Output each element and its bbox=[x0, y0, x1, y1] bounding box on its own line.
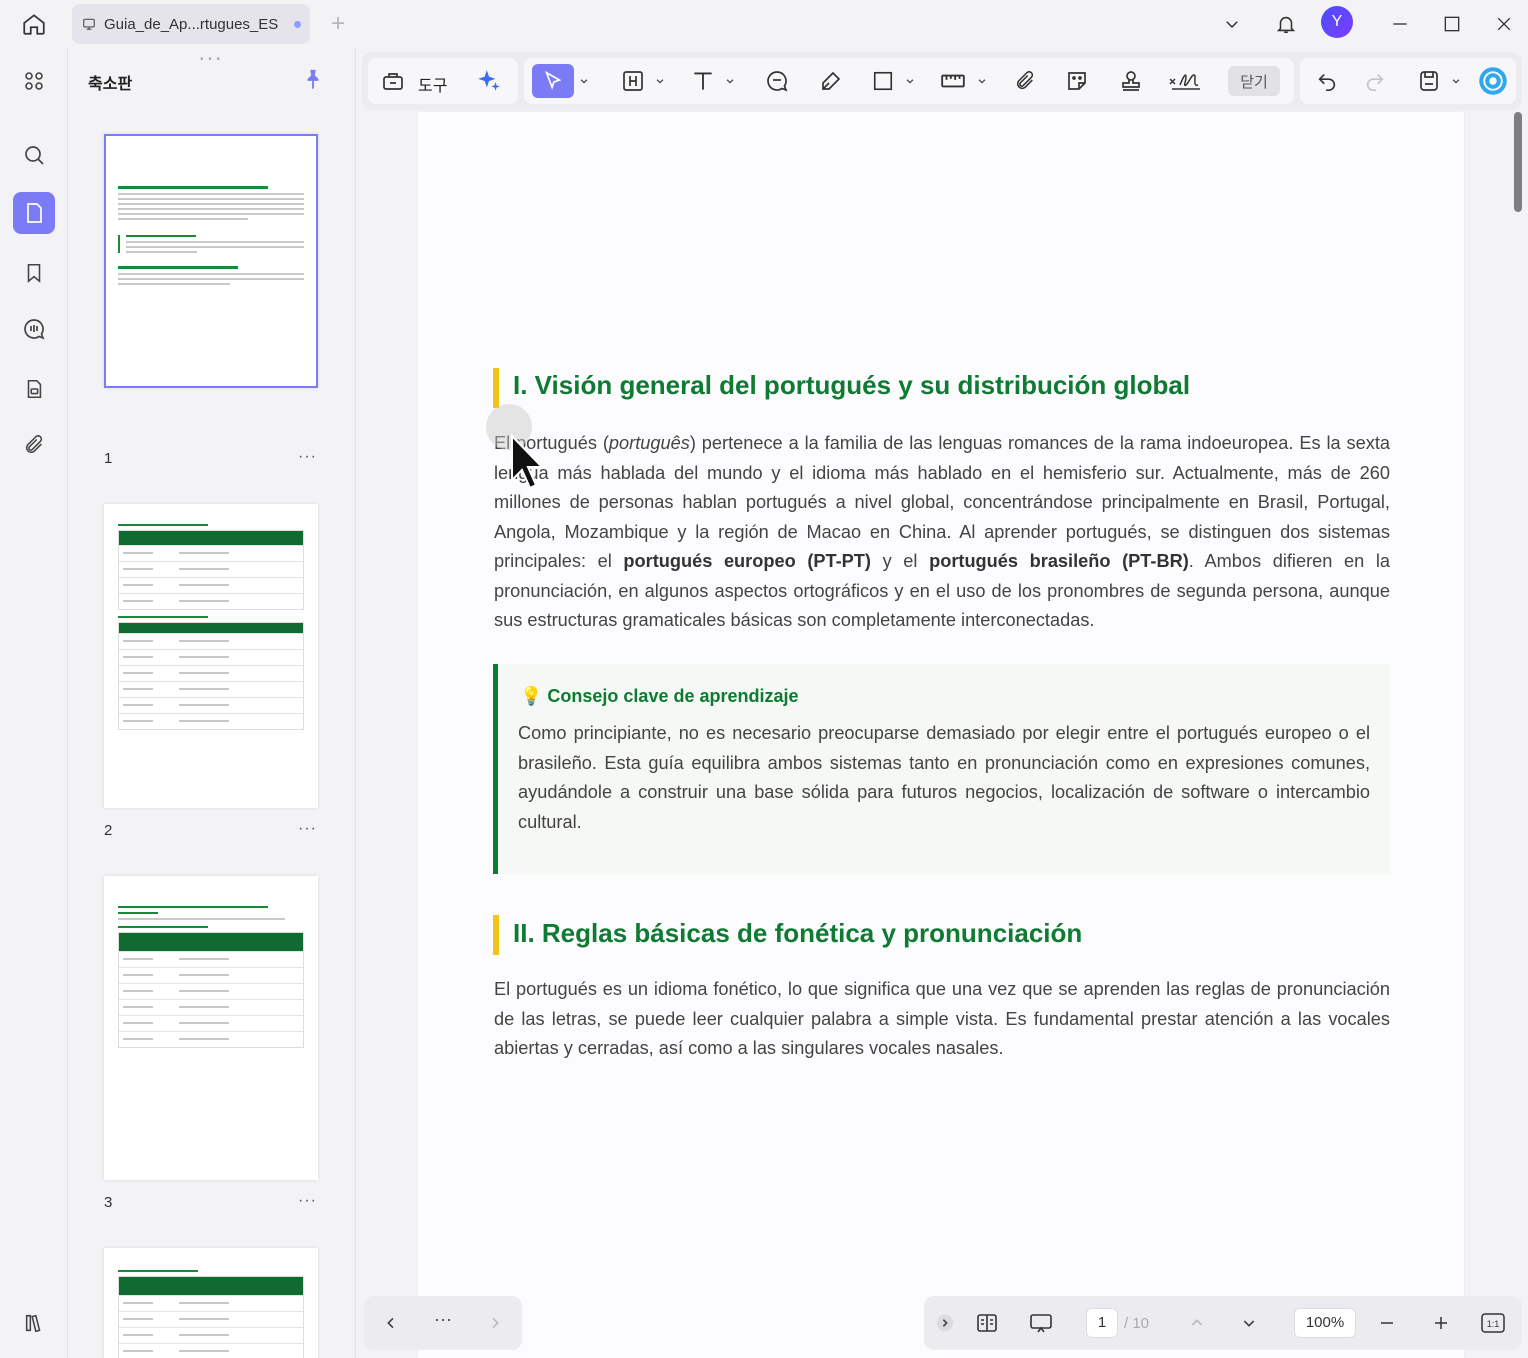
user-avatar[interactable]: Y bbox=[1321, 6, 1353, 38]
main-toolbar: 도구 닫기 bbox=[362, 52, 1522, 110]
thumbnail-page-number: 2 bbox=[104, 822, 113, 839]
zoom-in-icon[interactable] bbox=[1426, 1308, 1456, 1338]
thumbnail-more-button[interactable]: ··· bbox=[298, 448, 317, 466]
minimize-icon[interactable] bbox=[1382, 6, 1418, 42]
phonetics-paragraph: El portugués es un idioma fonético, lo q… bbox=[494, 979, 1390, 1058]
page-layout-icon[interactable] bbox=[972, 1308, 1002, 1338]
panel-title: 축소판 bbox=[88, 76, 133, 93]
chevron-down-icon[interactable] bbox=[578, 72, 590, 90]
title-bar: Guia_de_Ap...rtugues_ES + Y bbox=[0, 0, 1528, 48]
tools-label[interactable]: 도구 bbox=[418, 72, 447, 96]
search-icon[interactable] bbox=[13, 134, 55, 176]
annotation-tools-group: 닫기 bbox=[524, 58, 1294, 104]
maximize-icon[interactable] bbox=[1434, 6, 1470, 42]
apps-grid-icon[interactable] bbox=[13, 60, 55, 102]
page-thumbnail-2[interactable] bbox=[104, 504, 318, 808]
comment-icon[interactable] bbox=[760, 64, 794, 98]
attachment-page-icon[interactable] bbox=[13, 368, 55, 410]
tools-group: 도구 bbox=[368, 58, 518, 104]
heading-accent-bar bbox=[493, 915, 499, 955]
page-nav-bar: ··· bbox=[364, 1296, 522, 1350]
document-tab-icon bbox=[80, 15, 98, 33]
thumbnail-more-button[interactable]: ··· bbox=[298, 1192, 317, 1210]
ruler-measure-icon[interactable] bbox=[936, 64, 970, 98]
page-total: / 10 bbox=[1124, 1315, 1150, 1332]
ai-assistant-icon[interactable] bbox=[1476, 64, 1510, 98]
text-tool-icon[interactable] bbox=[686, 64, 720, 98]
thumbnail-page-number: 1 bbox=[104, 450, 113, 467]
panel-grip-icon[interactable]: • • • bbox=[200, 54, 221, 65]
document-page: I. Visión general del portugués y su dis… bbox=[418, 112, 1464, 1358]
tab-title: Guia_de_Ap...rtugues_ES bbox=[104, 15, 279, 33]
sticker-icon[interactable] bbox=[1060, 64, 1094, 98]
section-heading: II. Reglas básicas de fonética y pronunc… bbox=[513, 918, 1083, 948]
rectangle-shape-icon[interactable] bbox=[866, 64, 900, 98]
prev-arrow-icon[interactable] bbox=[376, 1308, 406, 1338]
signature-icon[interactable] bbox=[1164, 64, 1208, 98]
page-thumbnail-1[interactable] bbox=[104, 134, 318, 388]
bell-icon[interactable] bbox=[1268, 6, 1304, 42]
thumbnails-page-icon[interactable] bbox=[13, 192, 55, 234]
paperclip-icon[interactable] bbox=[13, 424, 55, 466]
bookmark-icon[interactable] bbox=[13, 252, 55, 294]
chevron-down-icon[interactable] bbox=[976, 72, 988, 90]
chevron-down-icon[interactable] bbox=[1214, 6, 1250, 42]
zoom-out-icon[interactable] bbox=[1372, 1308, 1402, 1338]
history-group bbox=[1300, 58, 1516, 104]
zoom-pager-bar: 1 / 10 100% 1:1 bbox=[924, 1296, 1522, 1350]
ai-sparkle-icon[interactable] bbox=[472, 64, 506, 98]
chevron-down-icon[interactable] bbox=[724, 72, 736, 90]
stamp-icon[interactable] bbox=[1114, 64, 1148, 98]
vertical-scrollbar[interactable] bbox=[1514, 112, 1522, 212]
thumbnail-more-button[interactable]: ··· bbox=[298, 820, 317, 838]
unsaved-dot-icon bbox=[294, 20, 302, 28]
pin-icon[interactable] bbox=[302, 68, 326, 92]
comments-icon[interactable] bbox=[13, 308, 55, 350]
library-icon[interactable] bbox=[13, 1302, 55, 1344]
document-viewport[interactable]: I. Visión general del portugués y su dis… bbox=[362, 112, 1508, 1358]
mouse-cursor-icon bbox=[508, 432, 548, 492]
chevron-down-icon[interactable] bbox=[904, 72, 916, 90]
redo-icon[interactable] bbox=[1358, 64, 1392, 98]
section-heading: I. Visión general del portugués y su dis… bbox=[513, 370, 1191, 400]
more-button[interactable]: ··· bbox=[428, 1304, 458, 1334]
presentation-icon[interactable] bbox=[1026, 1308, 1056, 1338]
chevron-down-icon[interactable] bbox=[1450, 72, 1462, 90]
page-number-input[interactable]: 1 bbox=[1086, 1308, 1118, 1338]
pen-draw-icon[interactable] bbox=[814, 64, 848, 98]
previous-page-icon[interactable] bbox=[1182, 1308, 1212, 1338]
intro-paragraph: El portugués (português) pertenece a la … bbox=[494, 433, 1390, 630]
thumbnail-page-number: 3 bbox=[104, 1194, 113, 1211]
tip-callout: 💡 Consejo clave de aprendizaje Como prin… bbox=[493, 664, 1390, 874]
tip-title: 💡 Consejo clave de aprendizaje bbox=[520, 686, 799, 706]
svg-text:1:1: 1:1 bbox=[1487, 1319, 1500, 1329]
chevron-down-icon[interactable] bbox=[654, 72, 666, 90]
close-window-icon[interactable] bbox=[1486, 6, 1522, 42]
tip-body: Como principiante, no es necesario preoc… bbox=[518, 723, 1370, 832]
attach-file-icon[interactable] bbox=[1008, 64, 1042, 98]
new-tab-plus-icon[interactable]: + bbox=[322, 8, 354, 40]
select-cursor-icon[interactable] bbox=[532, 64, 574, 98]
close-tools-button[interactable]: 닫기 bbox=[1228, 66, 1280, 96]
page-thumbnail-4[interactable] bbox=[104, 1248, 318, 1358]
actual-size-icon[interactable]: 1:1 bbox=[1478, 1308, 1508, 1338]
next-arrow-icon[interactable] bbox=[480, 1308, 510, 1338]
undo-icon[interactable] bbox=[1310, 64, 1344, 98]
collapse-bar-icon[interactable] bbox=[930, 1308, 960, 1338]
zoom-level-input[interactable]: 100% bbox=[1294, 1308, 1356, 1338]
save-icon[interactable] bbox=[1412, 64, 1446, 98]
heading-accent-bar bbox=[493, 368, 499, 408]
thumbnail-panel: • • • 축소판 1 ··· 2 ··· 3 ··· bbox=[68, 48, 356, 1358]
next-page-icon[interactable] bbox=[1234, 1308, 1264, 1338]
document-tab[interactable]: Guia_de_Ap...rtugues_ES bbox=[72, 4, 310, 44]
page-thumbnail-3[interactable] bbox=[104, 876, 318, 1180]
highlight-h-icon[interactable] bbox=[616, 64, 650, 98]
left-rail bbox=[0, 48, 68, 1358]
toolbox-icon[interactable] bbox=[376, 64, 410, 98]
home-icon[interactable] bbox=[14, 8, 54, 40]
